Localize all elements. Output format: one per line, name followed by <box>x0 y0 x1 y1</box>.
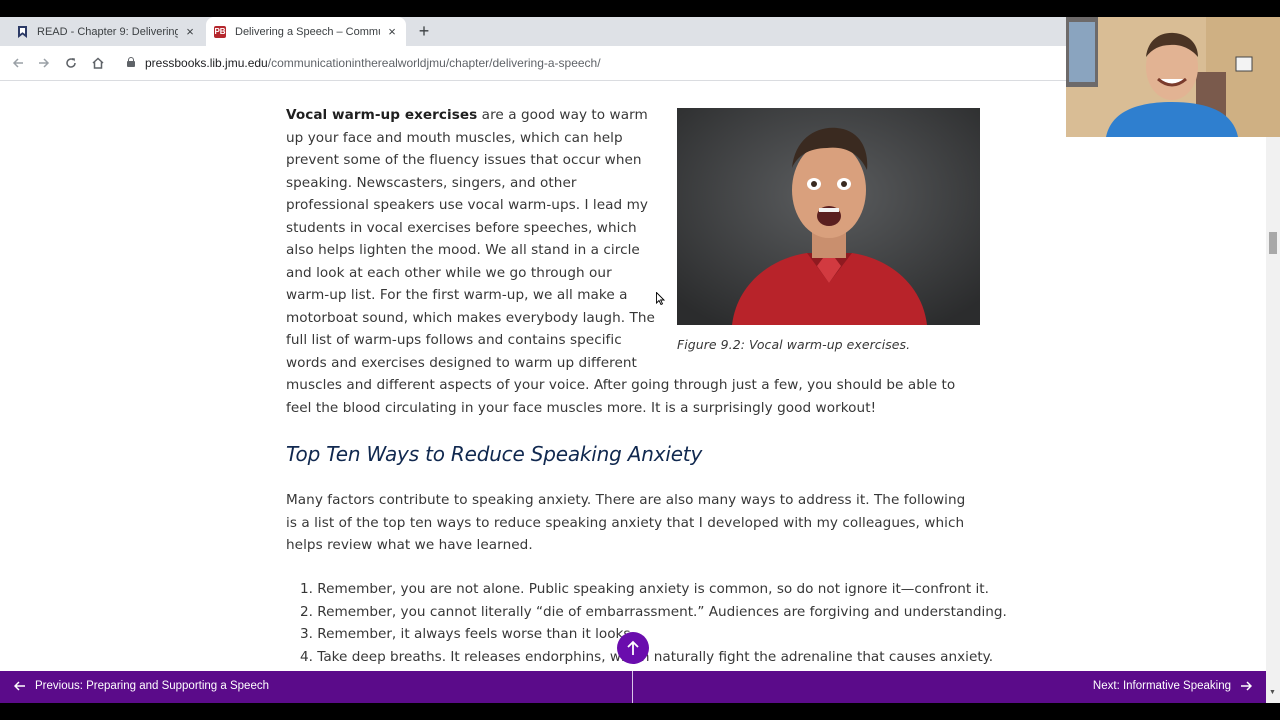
page-viewport: Figure 9.2: Vocal warm-up exercises. Voc… <box>0 81 1266 671</box>
next-chapter-link[interactable]: Next: Informative Speaking <box>1093 680 1252 692</box>
forward-icon[interactable] <box>34 53 54 73</box>
arrow-up-icon <box>627 640 639 655</box>
previous-chapter-label: Previous: Preparing and Supporting a Spe… <box>35 680 269 692</box>
mouse-cursor-icon <box>656 291 666 310</box>
pressbooks-icon: PB <box>214 25 226 38</box>
home-icon[interactable] <box>88 53 108 73</box>
bottom-black-strip <box>0 703 1280 720</box>
figure: Figure 9.2: Vocal warm-up exercises. <box>677 108 980 360</box>
scroll-down-arrow-icon[interactable]: ▼ <box>1269 689 1276 696</box>
tab-title: Delivering a Speech – Communic <box>235 25 380 38</box>
list-item: 2. Remember, you cannot literally “die o… <box>300 603 1007 620</box>
arrow-right-icon <box>1241 681 1252 691</box>
figure-caption: Figure 9.2: Vocal warm-up exercises. <box>677 337 911 352</box>
scrollbar-thumb[interactable] <box>1269 232 1277 254</box>
arrow-left-icon <box>14 681 25 691</box>
tab-read-chapter[interactable]: READ - Chapter 9: Delivering a Sp × <box>8 17 204 46</box>
next-chapter-label: Next: Informative Speaking <box>1092 680 1231 692</box>
url-field[interactable]: pressbooks.lib.jmu.edu/communicationinth… <box>145 56 601 70</box>
figure-image <box>677 108 980 325</box>
bookmark-icon <box>16 25 28 38</box>
close-icon[interactable]: × <box>386 24 398 39</box>
paragraph-intro: Many factors contribute to speaking anxi… <box>286 492 966 553</box>
webcam-overlay <box>1066 17 1280 137</box>
section-heading: Top Ten Ways to Reduce Speaking Anxiety <box>286 442 703 466</box>
top-black-strip <box>0 0 1280 17</box>
page-scrollbar[interactable]: ▲ ▼ <box>1266 81 1280 703</box>
term-vocal-warmup: Vocal warm-up exercises <box>286 107 478 123</box>
reload-icon[interactable] <box>61 53 81 73</box>
paragraph-vocal-warmup: Figure 9.2: Vocal warm-up exercises. Voc… <box>286 104 980 419</box>
back-icon[interactable] <box>8 53 28 73</box>
scroll-to-top-button[interactable] <box>617 632 649 664</box>
list-item: 1. Remember, you are not alone. Public s… <box>300 581 989 597</box>
chapter-navigation-bar: Previous: Preparing and Supporting a Spe… <box>0 671 1266 703</box>
lock-icon[interactable] <box>127 57 135 67</box>
new-tab-button[interactable]: + <box>414 17 434 46</box>
tab-title: READ - Chapter 9: Delivering a Sp <box>37 25 178 38</box>
previous-chapter-link[interactable]: Previous: Preparing and Supporting a Spe… <box>14 680 269 692</box>
tab-delivering-a-speech[interactable]: PB Delivering a Speech – Communic × <box>206 17 406 46</box>
url-path: /communicationintherealworldjmu/chapter/… <box>267 56 601 70</box>
nav-divider <box>632 671 633 703</box>
url-host: pressbooks.lib.jmu.edu <box>145 56 268 70</box>
close-icon[interactable]: × <box>184 24 196 39</box>
